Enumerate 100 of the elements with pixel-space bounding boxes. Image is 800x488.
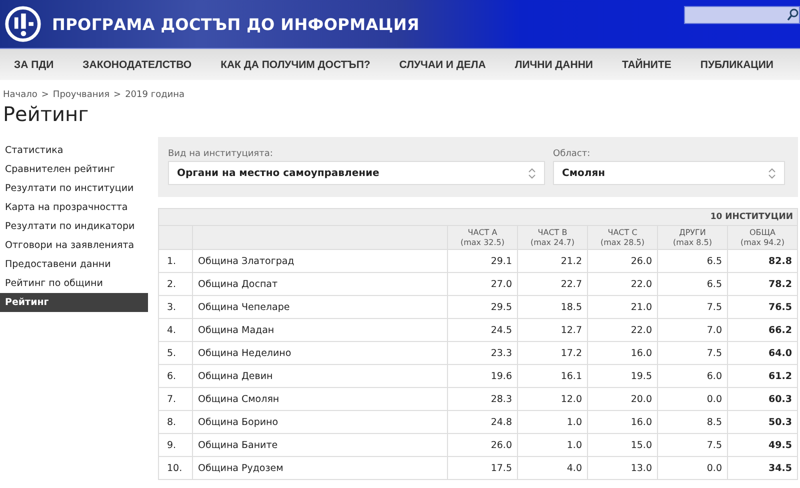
logo-icon[interactable]: [4, 5, 42, 43]
table-cell: 16.1: [518, 364, 588, 388]
table-cell: 6.0: [658, 364, 728, 388]
table-cell: Община Девин: [192, 364, 448, 388]
table-cell: 76.5: [728, 296, 798, 319]
select-dropdown[interactable]: Органи на местно самоуправление: [168, 161, 545, 185]
search-field[interactable]: [684, 6, 800, 24]
select-dropdown[interactable]: Смолян: [553, 161, 785, 185]
table-cell: 27.0: [448, 272, 518, 296]
table-cell: 2.: [158, 272, 192, 296]
table-cell: 17.2: [518, 342, 588, 365]
table-cell: Община Смолян: [192, 388, 448, 411]
table-cell: 19.5: [588, 364, 658, 388]
table-cell: 16.0: [588, 342, 658, 365]
nav-link[interactable]: СЛУЧАИ И ДЕЛА: [399, 58, 486, 70]
table-cell: 8.5: [658, 410, 728, 434]
table-cell: 24.8: [448, 410, 518, 434]
sidebar-item[interactable]: Статистика: [0, 141, 148, 160]
table-cell: 29.1: [448, 250, 518, 273]
table-cell: 22.0: [588, 272, 658, 296]
table-cell: 78.2: [728, 272, 798, 296]
table-cell: 49.5: [728, 434, 798, 457]
table-cell: 13.0: [588, 456, 658, 480]
nav-link[interactable]: КАК ДА ПОЛУЧИМ ДОСТЪП?: [220, 58, 370, 70]
column-header: ОБЩА (max 94.2): [728, 226, 798, 250]
table-cell: 16.0: [588, 410, 658, 434]
table-cell: 23.3: [448, 342, 518, 365]
table-cell: 61.2: [728, 364, 798, 388]
updown-caret-icon: [528, 168, 536, 178]
table-cell: 82.8: [728, 250, 798, 273]
table-cell: 0.0: [658, 456, 728, 480]
sidebar-item[interactable]: Рейтинг по общини: [0, 274, 148, 293]
table-cell: 28.3: [448, 388, 518, 411]
nav-link[interactable]: ЗА ПДИ: [14, 58, 54, 70]
table-cell: Община Чепеларе: [192, 296, 448, 319]
table-cell: 66.2: [728, 318, 798, 342]
updown-caret-icon: [768, 168, 776, 178]
sidebar-item[interactable]: Рейтинг: [0, 293, 148, 312]
table-cell: 12.7: [518, 318, 588, 342]
breadcrumb-separator: >: [41, 90, 49, 100]
nav-link[interactable]: ЛИЧНИ ДАННИ: [514, 58, 593, 70]
table-cell: 19.6: [448, 364, 518, 388]
table-cell: 22.0: [588, 318, 658, 342]
table-cell: 26.0: [448, 434, 518, 457]
table-cell: 29.5: [448, 296, 518, 319]
column-header: ЧАСТ B (max 24.7): [518, 226, 588, 250]
table-cell: Община Доспат: [192, 272, 448, 296]
table-cell: Община Борино: [192, 410, 448, 434]
table-cell: 20.0: [588, 388, 658, 411]
table-cell: Община Рудозем: [192, 456, 448, 480]
table-cell: 17.5: [448, 456, 518, 480]
table-cell: 7.5: [658, 296, 728, 319]
breadcrumb-link[interactable]: Проучвания: [52, 90, 110, 100]
nav-link[interactable]: ТАЙНИТЕ: [622, 58, 672, 70]
site-title: ПРОГРАМА ДОСТЪП ДО ИНФОРМАЦИЯ: [52, 14, 420, 34]
sidebar-item[interactable]: Резултати по индикатори: [0, 217, 148, 236]
table-cell: 1.: [158, 250, 192, 273]
table-cell: 10.: [158, 456, 192, 480]
table-cell: Община Баните: [192, 434, 448, 457]
table-cell: 8.: [158, 410, 192, 434]
search-icon: [787, 8, 799, 22]
table-cell: 4.0: [518, 456, 588, 480]
filter-label: Вид на институцията:: [168, 149, 274, 159]
table-cell: 1.0: [518, 434, 588, 457]
table-cell: 60.3: [728, 388, 798, 411]
table-cell: 0.0: [658, 388, 728, 411]
table-cell: 24.5: [448, 318, 518, 342]
table-cell: Община Мадан: [192, 318, 448, 342]
sidebar-item[interactable]: Сравнителен рейтинг: [0, 160, 148, 179]
nav-link[interactable]: ЗАКОНОДАТЕЛСТВО: [82, 58, 192, 70]
page-title: Рейтинг: [3, 102, 90, 128]
table-cell: 4.: [158, 318, 192, 342]
column-header: ДРУГИ (max 8.5): [658, 226, 728, 250]
table-cell: 12.0: [518, 388, 588, 411]
table-cell: 21.2: [518, 250, 588, 273]
table-cell: 1.0: [518, 410, 588, 434]
table-cell: 9.: [158, 434, 192, 457]
table-cell: 21.0: [588, 296, 658, 319]
column-header: ЧАСТ C (max 28.5): [588, 226, 658, 250]
table-cell: 18.5: [518, 296, 588, 319]
table-cell: Община Златоград: [192, 250, 448, 273]
table-cell: 5.: [158, 342, 192, 365]
breadcrumb-link[interactable]: 2019 година: [125, 90, 185, 100]
table-cell: 26.0: [588, 250, 658, 273]
table-cell: 7.: [158, 388, 192, 411]
table-cell: 6.5: [658, 272, 728, 296]
table-cell: 7.0: [658, 318, 728, 342]
table-cell: 3.: [158, 296, 192, 319]
table-cell: 15.0: [588, 434, 658, 457]
nav-link[interactable]: ПУБЛИКАЦИИ: [700, 58, 774, 70]
table-cell: 64.0: [728, 342, 798, 365]
sidebar-item[interactable]: Предоставени данни: [0, 255, 148, 274]
table-cell: 34.5: [728, 456, 798, 480]
sidebar-item[interactable]: Резултати по институции: [0, 179, 148, 198]
table-cell: 50.3: [728, 410, 798, 434]
sidebar-item[interactable]: Карта на прозрачността: [0, 198, 148, 217]
breadcrumb-link[interactable]: Начало: [3, 90, 38, 100]
table-cell: 7.5: [658, 434, 728, 457]
table-cell: Община Неделино: [192, 342, 448, 365]
sidebar-item[interactable]: Отговори на заявленията: [0, 236, 148, 255]
